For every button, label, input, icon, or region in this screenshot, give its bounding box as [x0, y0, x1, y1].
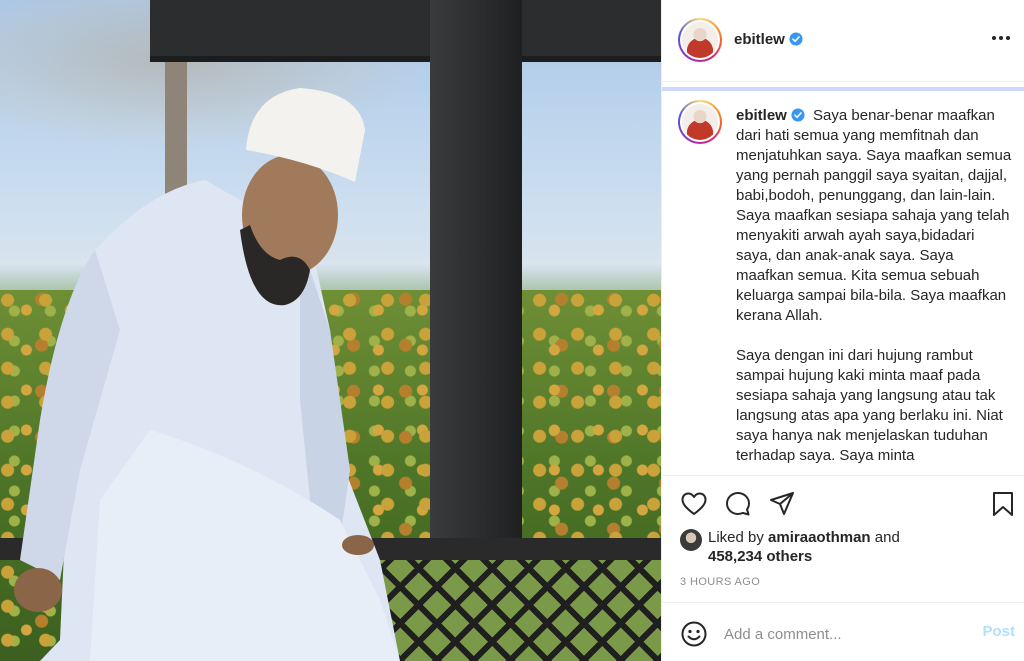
post-comment-button[interactable]: Post [982, 623, 1015, 640]
caption-username[interactable]: ebitlew [736, 107, 805, 124]
man-figure [14, 88, 400, 661]
likes-count[interactable]: 458,234 others [708, 548, 812, 565]
verified-badge-icon [789, 32, 803, 46]
liker-username[interactable]: amiraaothman [768, 529, 871, 546]
post-header: ebitlew [662, 0, 1024, 82]
post-actions: Liked by amiraaothman and 458,234 others… [662, 475, 1024, 602]
comment-bar: Post [662, 602, 1024, 661]
heart-icon[interactable] [680, 490, 708, 518]
bookmark-icon[interactable] [989, 490, 1017, 518]
post-caption: ebitlew Saya benar-benar maafkan dari ha… [736, 106, 1012, 466]
liked-by-label: Liked by [708, 529, 764, 546]
author-avatar[interactable] [678, 18, 722, 62]
caption-scroll-area[interactable]: ebitlew Saya benar-benar maafkan dari ha… [662, 82, 1024, 475]
scroll-indicator [662, 87, 1024, 91]
author-username-text[interactable]: ebitlew [734, 31, 785, 48]
liker-avatar[interactable] [680, 529, 702, 551]
post-photo[interactable] [0, 0, 661, 661]
emoji-icon[interactable] [680, 620, 708, 648]
liked-by-line: Liked by amiraaothman and [708, 528, 900, 548]
caption-author-avatar[interactable] [678, 100, 722, 144]
more-options-icon[interactable] [989, 26, 1013, 50]
liked-by-and: and [874, 529, 900, 546]
comment-input[interactable] [724, 621, 964, 647]
caption-username-text[interactable]: ebitlew [736, 107, 787, 124]
avatar-image [682, 22, 718, 58]
author-username[interactable]: ebitlew [734, 31, 803, 48]
caption-text: Saya benar-benar maafkan dari hati semua… [736, 107, 1012, 464]
post-timestamp[interactable]: 3 HOURS AGO [680, 576, 760, 588]
verified-badge-icon [791, 108, 805, 122]
avatar-image [682, 104, 718, 140]
comment-icon[interactable] [724, 490, 752, 518]
share-icon[interactable] [768, 490, 796, 518]
post-panel: ebitlew ebitlew Saya benar-benar maafkan… [661, 0, 1024, 661]
